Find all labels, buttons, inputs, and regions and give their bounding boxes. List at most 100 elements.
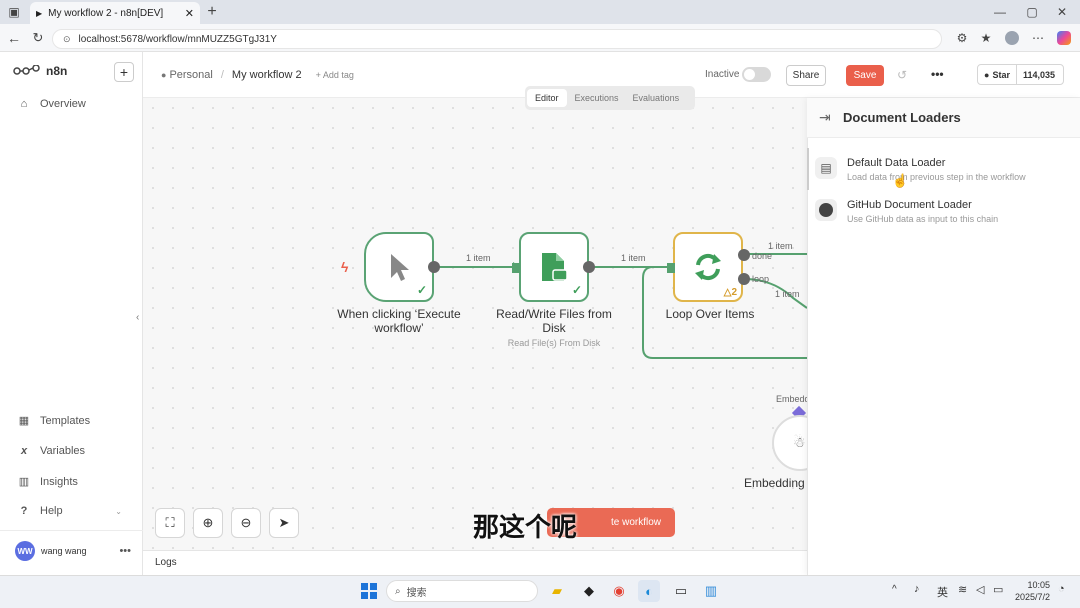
output-port-loop[interactable] bbox=[738, 273, 750, 285]
extensions-icon[interactable]: ⚙ bbox=[952, 28, 972, 48]
site-info-icon[interactable]: ⊙ bbox=[63, 34, 71, 45]
logs-label: Logs bbox=[155, 557, 177, 568]
refresh-icon[interactable]: ↻ bbox=[28, 28, 48, 48]
zoom-in-icon: ⊕ bbox=[202, 515, 214, 530]
star-label: Star bbox=[992, 69, 1010, 80]
templates-icon: ▦ bbox=[18, 415, 30, 427]
trigger-lightning-icon: ϟ bbox=[341, 259, 349, 275]
zoom-in-button[interactable]: ⊕ bbox=[193, 508, 223, 538]
panel-header: ⇥ Document Loaders bbox=[807, 98, 1080, 138]
app-icon[interactable]: ◆ bbox=[578, 580, 600, 602]
sidebar-item-label: Overview bbox=[40, 98, 86, 110]
success-check-icon: ✓ bbox=[571, 283, 582, 297]
search-label: 搜索 bbox=[406, 587, 427, 599]
input-port[interactable] bbox=[512, 263, 520, 273]
chart-icon: ▥ bbox=[18, 476, 30, 488]
notepad-icon[interactable]: ▥ bbox=[700, 580, 722, 602]
breadcrumb-project[interactable]: Personal bbox=[169, 69, 212, 81]
battery-icon[interactable]: ▭ bbox=[993, 583, 1003, 596]
list-item[interactable]: ▤ Default Data Loader Load data from pre… bbox=[815, 157, 1065, 182]
item-description: Load data from previous step in the work… bbox=[847, 172, 1026, 182]
sidebar-item-insights[interactable]: ▥ Insights bbox=[18, 475, 78, 489]
volume-icon[interactable]: ◁ bbox=[976, 583, 984, 596]
github-icon: ● bbox=[984, 69, 990, 80]
window-menu-icon[interactable]: ▣ bbox=[4, 2, 24, 22]
file-explorer-icon[interactable]: ▰ bbox=[546, 580, 568, 602]
workflow-menu-icon[interactable]: ••• bbox=[931, 67, 944, 81]
sidebar-item-help[interactable]: ? Help ⌄ bbox=[18, 505, 122, 517]
terminal-icon[interactable]: ▭ bbox=[670, 580, 692, 602]
github-star-button[interactable]: ● Star 114,035 bbox=[977, 64, 1064, 85]
output-label-loop: loop bbox=[752, 274, 770, 284]
new-tab-icon[interactable]: + bbox=[202, 2, 222, 22]
minimize-icon[interactable]: — bbox=[990, 2, 1010, 22]
zoom-out-button[interactable]: ⊖ bbox=[231, 508, 261, 538]
sidebar-item-templates[interactable]: ▦ Templates bbox=[18, 414, 90, 428]
node-read-write-files[interactable]: ✓ bbox=[519, 232, 589, 302]
clock[interactable]: 10:05 2025/7/2 bbox=[1012, 579, 1050, 603]
sidebar-item-label: Variables bbox=[40, 445, 86, 457]
logs-bar[interactable]: Logs bbox=[143, 550, 807, 575]
divider bbox=[0, 530, 143, 531]
taskbar-search[interactable]: ⌕ 搜索 bbox=[386, 580, 538, 602]
sidebar-item-label: Insights bbox=[40, 475, 78, 488]
tray-chevron-icon[interactable]: ^ bbox=[892, 584, 897, 595]
output-port[interactable] bbox=[583, 261, 595, 273]
brand-logo[interactable]: n8n bbox=[13, 64, 67, 78]
user-name: wang wang bbox=[41, 546, 87, 556]
node-manual-trigger[interactable]: ✓ bbox=[364, 232, 434, 302]
profile-icon[interactable] bbox=[1002, 28, 1022, 48]
node-subtitle: Read File(s) From Disk bbox=[507, 338, 601, 348]
list-item[interactable]: GitHub Document Loader Use GitHub data a… bbox=[815, 199, 1065, 224]
maximize-icon[interactable]: ▢ bbox=[1022, 2, 1042, 22]
fit-view-icon: ⛶ bbox=[165, 515, 175, 530]
address-bar[interactable]: ⊙ localhost:5678/workflow/mnMUZZ5GTgJ31Y bbox=[52, 29, 942, 49]
breadcrumb: ● Personal / My workflow 2 + Add tag bbox=[161, 69, 354, 81]
sidebar-item-overview[interactable]: ⌂ Overview bbox=[18, 98, 86, 110]
close-window-icon[interactable]: ✕ bbox=[1052, 2, 1072, 22]
tab-title: My workflow 2 - n8n[DEV] bbox=[48, 7, 164, 19]
selection-indicator bbox=[807, 148, 809, 190]
more-icon[interactable]: ⋯ bbox=[1028, 28, 1048, 48]
fit-view-button[interactable]: ⛶ bbox=[155, 508, 185, 538]
more-options-icon[interactable]: ••• bbox=[119, 545, 131, 557]
favorites-bar-icon[interactable]: ★ bbox=[976, 28, 996, 48]
tidy-up-button[interactable]: ➤ bbox=[269, 508, 299, 538]
input-language[interactable]: 英 bbox=[937, 584, 948, 600]
active-toggle[interactable] bbox=[742, 67, 771, 82]
edge-icon[interactable]: ◐ bbox=[638, 580, 660, 602]
copilot-icon[interactable] bbox=[1054, 28, 1074, 48]
output-port-done[interactable] bbox=[738, 249, 750, 261]
star-count: 114,035 bbox=[1022, 69, 1055, 80]
document-icon: ▤ bbox=[815, 157, 837, 179]
chrome-icon[interactable]: ◉ bbox=[608, 580, 630, 602]
home-icon: ⌂ bbox=[20, 98, 28, 110]
user-menu[interactable]: WW wang wang ••• bbox=[15, 541, 131, 561]
share-button[interactable]: Share bbox=[786, 65, 826, 86]
cursor-icon: ➤ bbox=[278, 515, 290, 530]
input-port[interactable] bbox=[667, 263, 675, 273]
chevron-down-icon: ⌄ bbox=[115, 506, 122, 516]
node-loop-over-items[interactable]: △2 bbox=[673, 232, 743, 302]
collapse-sidebar-icon[interactable]: ‹ bbox=[136, 312, 139, 323]
sidebar-item-variables[interactable]: x Variables bbox=[18, 445, 85, 457]
output-port[interactable] bbox=[428, 261, 440, 273]
back-icon[interactable]: ← bbox=[4, 28, 24, 48]
workflow-name[interactable]: My workflow 2 bbox=[232, 69, 302, 81]
item-title: Default Data Loader bbox=[847, 157, 946, 169]
wifi-icon[interactable]: ≋ bbox=[958, 583, 967, 596]
close-tab-icon[interactable]: ✕ bbox=[185, 7, 194, 20]
node-title: Loop Over Items bbox=[665, 307, 755, 321]
start-icon[interactable] bbox=[358, 580, 380, 602]
browser-tab[interactable]: ▶ My workflow 2 - n8n[DEV] ✕ bbox=[30, 2, 200, 24]
save-button[interactable]: Save bbox=[846, 65, 884, 86]
brand-name: n8n bbox=[46, 64, 68, 78]
microphone-icon[interactable]: ♪ bbox=[914, 583, 920, 595]
add-button[interactable]: + bbox=[114, 62, 134, 82]
back-arrow-icon[interactable]: ⇥ bbox=[819, 109, 831, 126]
clock-time: 10:05 bbox=[1027, 580, 1050, 590]
notification-icon[interactable]: ◔ bbox=[1058, 583, 1065, 595]
output-label-done: done bbox=[752, 251, 773, 261]
add-tag-link[interactable]: + Add tag bbox=[316, 70, 354, 80]
undo-icon[interactable]: ↺ bbox=[897, 68, 907, 82]
